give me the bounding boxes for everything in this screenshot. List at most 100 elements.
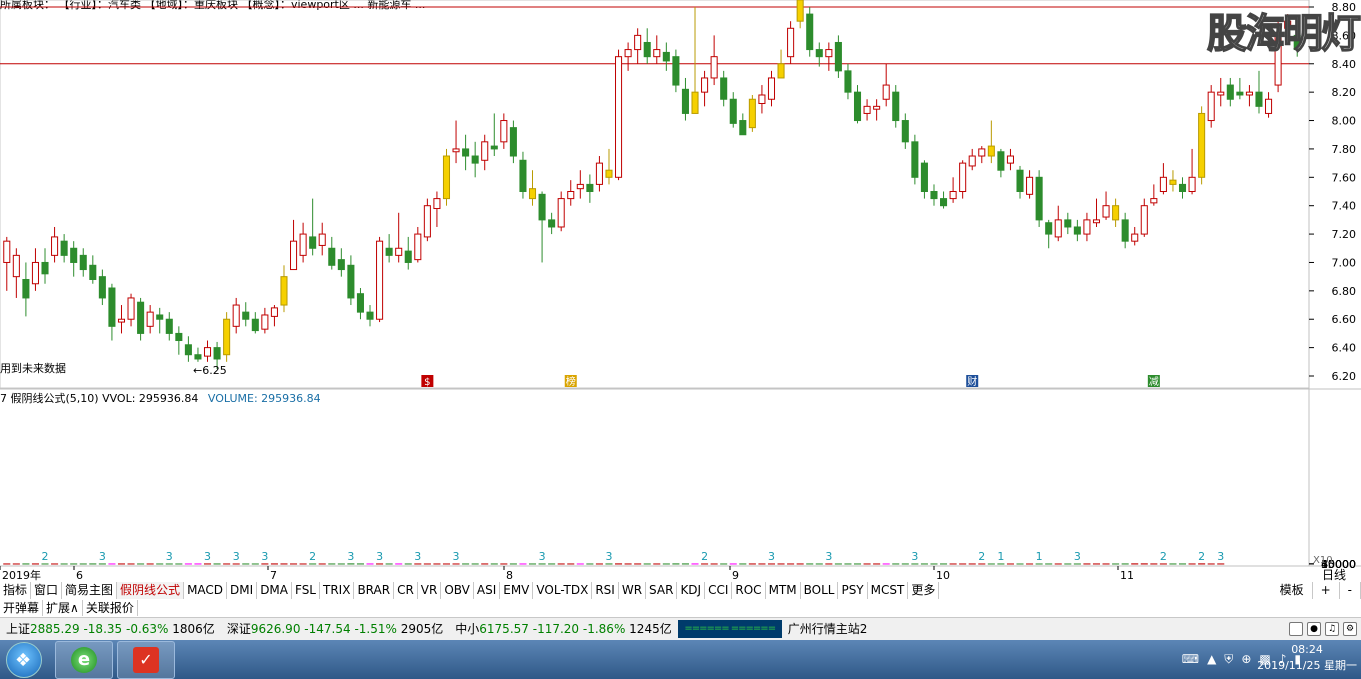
zx-chg: -117.20 — [532, 622, 580, 636]
tab-19[interactable]: KDJ — [677, 582, 706, 599]
volume-signal-label: 3 — [768, 550, 775, 563]
candle-body — [89, 264, 97, 280]
candle-body — [290, 240, 298, 271]
tab-24[interactable]: PSY — [838, 582, 868, 599]
tabs-right-1[interactable]: + — [1313, 582, 1340, 599]
candle-body — [567, 191, 575, 200]
tab-5[interactable]: DMI — [227, 582, 258, 599]
tab-21[interactable]: ROC — [732, 582, 766, 599]
x-tick-label: 8 — [506, 569, 513, 582]
candle-body — [490, 145, 498, 150]
tab-0[interactable]: 指标 — [0, 582, 32, 599]
tab-2[interactable]: 简易主图 — [62, 582, 118, 599]
candle-body — [825, 49, 833, 58]
tab-1[interactable]: 窗口 — [31, 582, 63, 599]
candle-body — [1131, 233, 1139, 242]
lock-icon[interactable]: ● — [1307, 622, 1321, 636]
candle-body — [1207, 91, 1215, 122]
candle-body — [548, 219, 556, 228]
tab-18[interactable]: SAR — [646, 582, 678, 599]
candle-body — [882, 84, 890, 100]
plus-icon[interactable]: ⊕ — [1241, 652, 1251, 667]
bell-icon[interactable]: ♫ — [1325, 622, 1339, 636]
stock-app-icon: ✓ — [133, 647, 159, 673]
volume-unit-label: X10 — [1313, 555, 1333, 566]
keyboard-icon[interactable]: ⌨ — [1182, 652, 1199, 667]
candle-body — [1073, 226, 1081, 235]
index-zx[interactable]: 中小6175.57 -117.20 -1.86% 1245亿 — [449, 618, 677, 640]
shield-icon[interactable]: ⛨ — [1224, 652, 1233, 667]
candle-body — [815, 49, 823, 58]
candle-body — [223, 318, 231, 356]
tab-8[interactable]: TRIX — [320, 582, 355, 599]
tab-20[interactable]: CCI — [705, 582, 733, 599]
tabs-right: 模板 + - — [1272, 582, 1361, 599]
settings-icon[interactable]: ⚙ — [1343, 622, 1357, 636]
bottom-tab-2[interactable]: 关联报价 — [83, 600, 138, 616]
candle-body — [376, 240, 384, 320]
candle-body — [137, 301, 145, 334]
taskbar-ie-button[interactable]: e — [55, 641, 113, 679]
tab-17[interactable]: WR — [619, 582, 647, 599]
candle-body — [863, 105, 871, 114]
start-button[interactable]: ❖ — [6, 642, 42, 678]
candle-body — [270, 307, 278, 317]
sz-value: 9626.90 — [250, 622, 301, 636]
x-tick-label: 6 — [76, 569, 83, 582]
tab-12[interactable]: OBV — [441, 582, 474, 599]
tab-6[interactable]: DMA — [257, 582, 292, 599]
tabs-right-0[interactable]: 模板 — [1272, 582, 1313, 599]
candle-body — [337, 259, 345, 271]
candle-body — [1226, 84, 1234, 100]
tab-23[interactable]: BOLL — [801, 582, 839, 599]
bottom-tab-0[interactable]: 开弹幕 — [0, 600, 44, 616]
ie-icon: e — [71, 647, 97, 673]
tab-22[interactable]: MTM — [766, 582, 801, 599]
sh-pct: -0.63% — [125, 622, 169, 636]
window-icon[interactable] — [1289, 622, 1303, 636]
taskbar-stock-app-button[interactable]: ✓ — [117, 641, 175, 679]
candle-body — [528, 188, 537, 200]
tab-25[interactable]: MCST — [868, 582, 909, 599]
candle-body — [615, 56, 623, 178]
candle-body — [165, 318, 173, 334]
index-sz[interactable]: 深证9626.90 -147.54 -1.51% 2905亿 — [221, 618, 449, 640]
candle-body — [605, 169, 613, 178]
tab-16[interactable]: RSI — [592, 582, 619, 599]
tab-10[interactable]: CR — [394, 582, 418, 599]
candle-body — [557, 198, 565, 228]
server-name[interactable]: 广州行情主站2 — [782, 618, 874, 640]
taskbar-clock[interactable]: 08:24 2019/11/25 星期一 — [1257, 642, 1357, 674]
tabs-right-2[interactable]: - — [1340, 582, 1361, 599]
candle-body — [500, 120, 508, 143]
index-sh[interactable]: 上证2885.29 -18.35 -0.63% 1806亿 — [0, 618, 221, 640]
tray-arrow-icon[interactable]: ▲ — [1207, 652, 1216, 667]
volume-signal-label: 3 — [166, 550, 173, 563]
tab-7[interactable]: FSL — [292, 582, 320, 599]
tab-13[interactable]: ASI — [474, 582, 501, 599]
tab-14[interactable]: EMV — [500, 582, 534, 599]
candle-body — [232, 304, 240, 327]
tab-15[interactable]: VOL-TDX — [533, 582, 593, 599]
candle-body — [720, 77, 728, 100]
bottom-tab-1[interactable]: 扩展∧ — [43, 600, 83, 616]
market-signal-bar: ====== ====== — [677, 620, 782, 638]
kline-chart[interactable]: 8.808.608.408.208.007.807.607.407.207.00… — [0, 0, 1361, 582]
tab-11[interactable]: VR — [418, 582, 442, 599]
candle-body — [318, 233, 326, 246]
stock-chart-app: 所属板块： 【行业】：汽车类 【地域】：重庆板块 【概念】：viewport区 … — [0, 0, 1361, 679]
zx-label: 中小 — [455, 622, 480, 636]
marker-label: $ — [424, 377, 430, 388]
tab-4[interactable]: MACD — [184, 582, 228, 599]
x-tick-label: 2019年 — [2, 568, 41, 582]
tab-26[interactable]: 更多 — [908, 582, 940, 599]
candle-body — [423, 205, 431, 238]
price-tick-label: 7.40 — [1332, 200, 1357, 213]
candle-body — [175, 332, 183, 342]
candle-body — [1178, 183, 1187, 192]
indicator-name[interactable]: 7 假阴线公式(5,10) — [0, 392, 99, 405]
tab-9[interactable]: BRAR — [354, 582, 395, 599]
volume-signal-label: 3 — [1074, 550, 1081, 563]
tab-3[interactable]: 假阴线公式 — [117, 582, 185, 599]
marker-label: 财 — [967, 375, 977, 388]
